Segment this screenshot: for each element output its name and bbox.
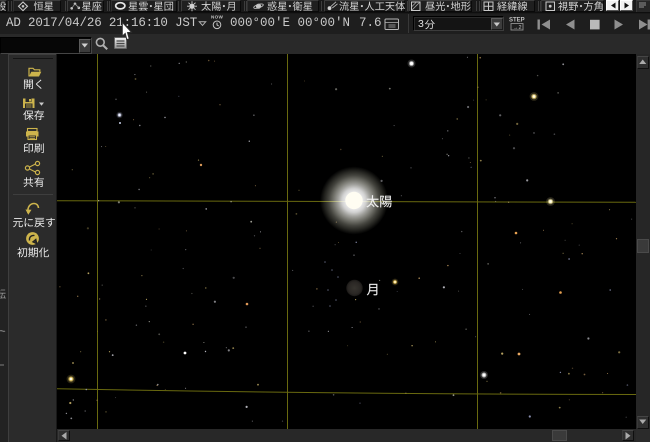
svg-text:→2: →2 bbox=[513, 25, 522, 31]
svg-text:STEP: STEP bbox=[509, 18, 525, 24]
svg-text:NOW: NOW bbox=[211, 14, 223, 19]
